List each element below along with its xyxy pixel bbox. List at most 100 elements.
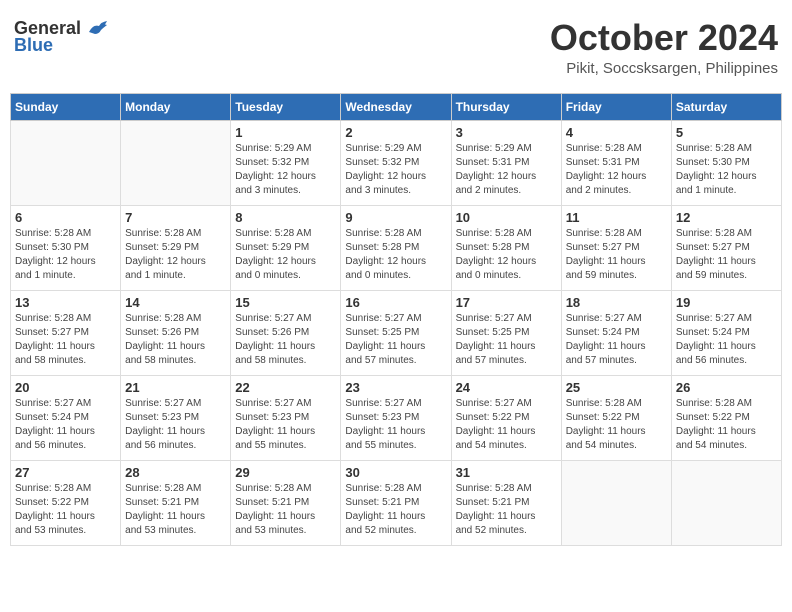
calendar-cell: 18 Sunrise: 5:27 AM Sunset: 5:24 PM Dayli… xyxy=(561,290,671,375)
day-number: 4 xyxy=(566,125,667,140)
calendar-cell: 22 Sunrise: 5:27 AM Sunset: 5:23 PM Dayli… xyxy=(231,375,341,460)
day-number: 16 xyxy=(345,295,446,310)
day-detail: Sunrise: 5:29 AM Sunset: 5:32 PM Dayligh… xyxy=(345,142,446,198)
calendar-week-row: 27 Sunrise: 5:28 AM Sunset: 5:22 PM Dayli… xyxy=(11,460,782,545)
calendar-week-row: 13 Sunrise: 5:28 AM Sunset: 5:27 PM Dayli… xyxy=(11,290,782,375)
day-number: 18 xyxy=(566,295,667,310)
day-detail: Sunrise: 5:27 AM Sunset: 5:26 PM Dayligh… xyxy=(235,312,336,368)
day-number: 10 xyxy=(456,210,557,225)
calendar-cell: 26 Sunrise: 5:28 AM Sunset: 5:22 PM Dayli… xyxy=(671,375,781,460)
day-number: 1 xyxy=(235,125,336,140)
day-number: 13 xyxy=(15,295,116,310)
weekday-header-tuesday: Tuesday xyxy=(231,93,341,120)
day-detail: Sunrise: 5:27 AM Sunset: 5:22 PM Dayligh… xyxy=(456,397,557,453)
calendar-cell: 21 Sunrise: 5:27 AM Sunset: 5:23 PM Dayli… xyxy=(121,375,231,460)
calendar-cell: 15Sunrise: 5:27 AM Sunset: 5:26 PM Dayli… xyxy=(231,290,341,375)
day-number: 25 xyxy=(566,380,667,395)
day-detail: Sunrise: 5:27 AM Sunset: 5:23 PM Dayligh… xyxy=(235,397,336,453)
calendar-cell: 2 Sunrise: 5:29 AM Sunset: 5:32 PM Daylig… xyxy=(341,120,451,205)
day-number: 11 xyxy=(566,210,667,225)
day-number: 3 xyxy=(456,125,557,140)
calendar-cell xyxy=(671,460,781,545)
calendar-cell: 12 Sunrise: 5:28 AM Sunset: 5:27 PM Dayli… xyxy=(671,205,781,290)
calendar-cell: 10 Sunrise: 5:28 AM Sunset: 5:28 PM Dayli… xyxy=(451,205,561,290)
calendar-cell xyxy=(11,120,121,205)
calendar-cell: 5 Sunrise: 5:28 AM Sunset: 5:30 PM Daylig… xyxy=(671,120,781,205)
weekday-header-sunday: Sunday xyxy=(11,93,121,120)
calendar-cell: 29 Sunrise: 5:28 AM Sunset: 5:21 PM Dayli… xyxy=(231,460,341,545)
calendar-cell xyxy=(561,460,671,545)
calendar-cell xyxy=(121,120,231,205)
logo: General Blue xyxy=(14,18,107,56)
calendar-cell: 11 Sunrise: 5:28 AM Sunset: 5:27 PM Dayli… xyxy=(561,205,671,290)
calendar-cell: 30Sunrise: 5:28 AM Sunset: 5:21 PM Dayli… xyxy=(341,460,451,545)
calendar-week-row: 6Sunrise: 5:28 AM Sunset: 5:30 PM Daylig… xyxy=(11,205,782,290)
calendar-cell: 27 Sunrise: 5:28 AM Sunset: 5:22 PM Dayli… xyxy=(11,460,121,545)
page-header: General Blue October 2024 Pikit, Soccsks… xyxy=(10,10,782,85)
day-number: 24 xyxy=(456,380,557,395)
calendar-cell: 3Sunrise: 5:29 AM Sunset: 5:31 PM Daylig… xyxy=(451,120,561,205)
weekday-header-saturday: Saturday xyxy=(671,93,781,120)
day-number: 7 xyxy=(125,210,226,225)
location-subtitle: Pikit, Soccsksargen, Philippines xyxy=(550,60,778,77)
calendar-title-area: October 2024 Pikit, Soccsksargen, Philip… xyxy=(550,18,778,77)
calendar-cell: 9Sunrise: 5:28 AM Sunset: 5:28 PM Daylig… xyxy=(341,205,451,290)
day-detail: Sunrise: 5:27 AM Sunset: 5:23 PM Dayligh… xyxy=(125,397,226,453)
day-number: 31 xyxy=(456,465,557,480)
day-detail: Sunrise: 5:28 AM Sunset: 5:29 PM Dayligh… xyxy=(125,227,226,283)
day-detail: Sunrise: 5:28 AM Sunset: 5:28 PM Dayligh… xyxy=(456,227,557,283)
calendar-cell: 4 Sunrise: 5:28 AM Sunset: 5:31 PM Daylig… xyxy=(561,120,671,205)
day-number: 23 xyxy=(345,380,446,395)
day-detail: Sunrise: 5:28 AM Sunset: 5:21 PM Dayligh… xyxy=(456,482,557,538)
day-detail: Sunrise: 5:28 AM Sunset: 5:30 PM Dayligh… xyxy=(676,142,777,198)
day-number: 26 xyxy=(676,380,777,395)
weekday-header-friday: Friday xyxy=(561,93,671,120)
day-detail: Sunrise: 5:28 AM Sunset: 5:27 PM Dayligh… xyxy=(676,227,777,283)
day-number: 6 xyxy=(15,210,116,225)
day-number: 12 xyxy=(676,210,777,225)
day-detail: Sunrise: 5:29 AM Sunset: 5:32 PM Dayligh… xyxy=(235,142,336,198)
day-detail: Sunrise: 5:28 AM Sunset: 5:21 PM Dayligh… xyxy=(345,482,446,538)
day-number: 8 xyxy=(235,210,336,225)
day-number: 2 xyxy=(345,125,446,140)
day-detail: Sunrise: 5:27 AM Sunset: 5:25 PM Dayligh… xyxy=(345,312,446,368)
day-number: 22 xyxy=(235,380,336,395)
calendar-cell: 7 Sunrise: 5:28 AM Sunset: 5:29 PM Daylig… xyxy=(121,205,231,290)
weekday-header-row: SundayMondayTuesdayWednesdayThursdayFrid… xyxy=(11,93,782,120)
calendar-cell: 13 Sunrise: 5:28 AM Sunset: 5:27 PM Dayli… xyxy=(11,290,121,375)
day-number: 21 xyxy=(125,380,226,395)
calendar-table: SundayMondayTuesdayWednesdayThursdayFrid… xyxy=(10,93,782,546)
day-detail: Sunrise: 5:27 AM Sunset: 5:24 PM Dayligh… xyxy=(15,397,116,453)
day-detail: Sunrise: 5:28 AM Sunset: 5:31 PM Dayligh… xyxy=(566,142,667,198)
logo-blue: Blue xyxy=(14,35,53,56)
calendar-week-row: 1 Sunrise: 5:29 AM Sunset: 5:32 PM Daylig… xyxy=(11,120,782,205)
day-detail: Sunrise: 5:28 AM Sunset: 5:26 PM Dayligh… xyxy=(125,312,226,368)
day-number: 5 xyxy=(676,125,777,140)
day-detail: Sunrise: 5:27 AM Sunset: 5:25 PM Dayligh… xyxy=(456,312,557,368)
calendar-cell: 23 Sunrise: 5:27 AM Sunset: 5:23 PM Dayli… xyxy=(341,375,451,460)
calendar-cell: 17Sunrise: 5:27 AM Sunset: 5:25 PM Dayli… xyxy=(451,290,561,375)
calendar-cell: 16 Sunrise: 5:27 AM Sunset: 5:25 PM Dayli… xyxy=(341,290,451,375)
day-detail: Sunrise: 5:28 AM Sunset: 5:22 PM Dayligh… xyxy=(676,397,777,453)
calendar-cell: 6Sunrise: 5:28 AM Sunset: 5:30 PM Daylig… xyxy=(11,205,121,290)
day-number: 14 xyxy=(125,295,226,310)
logo-bird-icon xyxy=(85,20,107,38)
calendar-cell: 19Sunrise: 5:27 AM Sunset: 5:24 PM Dayli… xyxy=(671,290,781,375)
day-detail: Sunrise: 5:28 AM Sunset: 5:27 PM Dayligh… xyxy=(15,312,116,368)
month-title: October 2024 xyxy=(550,18,778,58)
day-number: 27 xyxy=(15,465,116,480)
day-number: 29 xyxy=(235,465,336,480)
day-detail: Sunrise: 5:28 AM Sunset: 5:27 PM Dayligh… xyxy=(566,227,667,283)
day-detail: Sunrise: 5:28 AM Sunset: 5:22 PM Dayligh… xyxy=(15,482,116,538)
day-detail: Sunrise: 5:27 AM Sunset: 5:23 PM Dayligh… xyxy=(345,397,446,453)
day-detail: Sunrise: 5:28 AM Sunset: 5:21 PM Dayligh… xyxy=(235,482,336,538)
calendar-cell: 14 Sunrise: 5:28 AM Sunset: 5:26 PM Dayli… xyxy=(121,290,231,375)
day-detail: Sunrise: 5:28 AM Sunset: 5:29 PM Dayligh… xyxy=(235,227,336,283)
weekday-header-monday: Monday xyxy=(121,93,231,120)
calendar-cell: 8 Sunrise: 5:28 AM Sunset: 5:29 PM Daylig… xyxy=(231,205,341,290)
weekday-header-wednesday: Wednesday xyxy=(341,93,451,120)
weekday-header-thursday: Thursday xyxy=(451,93,561,120)
day-detail: Sunrise: 5:28 AM Sunset: 5:28 PM Dayligh… xyxy=(345,227,446,283)
day-detail: Sunrise: 5:27 AM Sunset: 5:24 PM Dayligh… xyxy=(566,312,667,368)
day-number: 19 xyxy=(676,295,777,310)
